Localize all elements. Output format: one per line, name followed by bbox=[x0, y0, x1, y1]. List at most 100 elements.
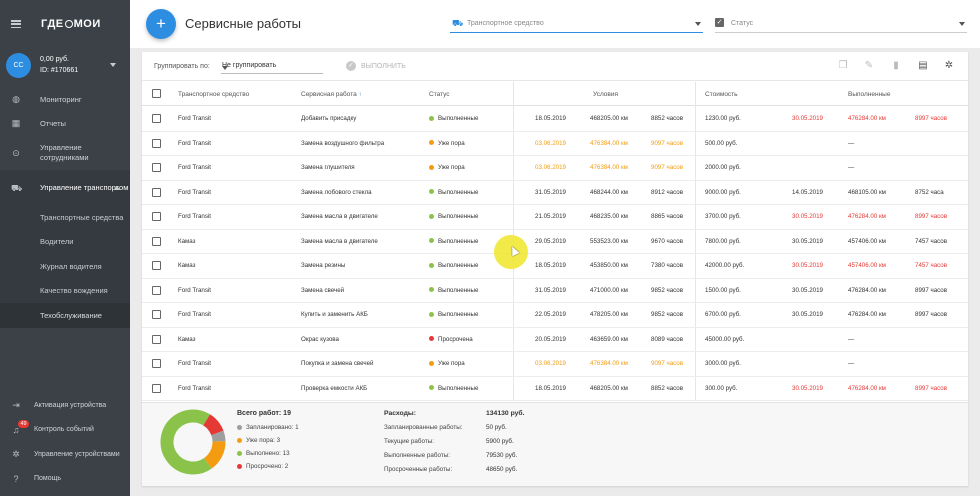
cell-cond-km: 453850.00 км bbox=[590, 262, 628, 269]
col-status[interactable]: Статус bbox=[429, 91, 450, 98]
cell-done-hours: 8997 часов bbox=[915, 286, 948, 294]
cell-status: Уже пора bbox=[429, 360, 465, 367]
cell-cost: 3000.00 руб. bbox=[705, 360, 741, 367]
col-done[interactable]: Выполненные bbox=[848, 91, 890, 98]
cell-cond-hours: 8852 часов bbox=[651, 384, 684, 392]
status-label: Уже пора bbox=[438, 139, 465, 147]
nav-item-monitoring[interactable]: ◍ Мониторинг bbox=[0, 87, 130, 111]
status-filter[interactable]: ✓ Статус bbox=[715, 14, 967, 33]
legend-item: Уже пора: 3 bbox=[237, 437, 280, 444]
chevron-down-icon[interactable] bbox=[110, 63, 116, 67]
col-service[interactable]: Сервисная работа ↑ bbox=[301, 91, 362, 98]
summary-panel: Всего работ: 19 Запланировано: 1 Уже пора… bbox=[142, 402, 968, 486]
cell-done-km: 476284.00 км bbox=[848, 213, 886, 220]
cell-cond-hours: 7380 часов bbox=[651, 262, 684, 269]
status-filter-placeholder: Статус bbox=[731, 20, 754, 27]
chevron-down-icon bbox=[222, 66, 228, 70]
table-row[interactable]: Ford Transit Добавить присадку 18.05.2019 4… bbox=[142, 107, 968, 132]
select-all-checkbox[interactable] bbox=[152, 89, 161, 98]
cell-done-hours: 7457 часов bbox=[915, 237, 948, 245]
chevron-up-icon bbox=[114, 185, 120, 190]
row-checkbox[interactable] bbox=[152, 261, 161, 270]
sidebar-item-driver-log[interactable]: Журнал водителя bbox=[0, 254, 130, 279]
row-checkbox[interactable] bbox=[152, 285, 161, 295]
status-label: Выполненные bbox=[438, 384, 479, 392]
cell-cond-km: 471000.00 км bbox=[590, 286, 628, 294]
delete-icon[interactable]: ▮ bbox=[890, 60, 902, 72]
cell-status: Выполненные bbox=[429, 115, 478, 122]
cell-cond-hours: 9670 часов bbox=[651, 237, 684, 245]
table-row[interactable]: Ford Transit Замена свечей 31.05.2019 47100… bbox=[142, 279, 968, 303]
report-icon: ▦ bbox=[11, 118, 21, 128]
status-label: Уже пора bbox=[438, 164, 465, 171]
table-row[interactable]: Камаз Замена масла в двигателе 29.05.2019 5… bbox=[142, 230, 968, 254]
row-checkbox[interactable] bbox=[152, 334, 161, 344]
login-icon: ⇥ bbox=[12, 400, 20, 411]
table-row[interactable]: Камаз Окрас кузова 20.05.2019 463659.00 км 8… bbox=[142, 328, 968, 352]
cell-cost: 42000.00 руб. bbox=[705, 262, 745, 269]
cell-cond-hours: 9097 часов bbox=[651, 139, 684, 147]
nav-item-help[interactable]: ? Помощь bbox=[0, 467, 130, 492]
cell-cond-km: 468205.00 км bbox=[590, 115, 628, 122]
cell-vehicle: Камаз bbox=[178, 262, 196, 269]
nav-item-transport[interactable]: ⛟ Управление транспортом bbox=[0, 170, 130, 205]
settings-icon[interactable]: ✲ bbox=[943, 60, 955, 72]
cell-done-km: — bbox=[848, 335, 855, 343]
cell-status: Выполненные bbox=[429, 385, 478, 392]
row-checkbox[interactable] bbox=[152, 163, 161, 172]
expense-label: Просроченные работы: bbox=[384, 466, 453, 473]
row-checkbox[interactable] bbox=[152, 310, 161, 319]
logo[interactable]: ГДЕ МОИ bbox=[41, 18, 101, 30]
col-cost[interactable]: Стоимость bbox=[705, 91, 738, 98]
table-row[interactable]: Ford Transit Купить и заменить АКБ 22.05.2… bbox=[142, 303, 968, 328]
cell-service: Окрас кузова bbox=[301, 335, 339, 343]
cell-cost: 3700.00 руб. bbox=[705, 213, 741, 220]
edit-icon[interactable]: ✎ bbox=[863, 60, 875, 72]
sidebar-item-driving-quality[interactable]: Качество вождения bbox=[0, 278, 130, 303]
cell-cond-date: 03.06.2019 bbox=[535, 360, 566, 367]
row-checkbox[interactable] bbox=[152, 359, 161, 368]
table-row[interactable]: Ford Transit Покупка и замена свечей 03.06… bbox=[142, 352, 968, 377]
cell-status: Просрочена bbox=[429, 336, 473, 343]
account-menu[interactable]: СС 0,00 руб. ID: #170661 bbox=[0, 48, 130, 82]
cell-vehicle: Ford Transit bbox=[178, 139, 212, 147]
copy-icon[interactable]: ❐ bbox=[837, 60, 849, 72]
col-conditions[interactable]: Условия bbox=[593, 91, 618, 98]
table-row[interactable]: Ford Transit Проверка емкости АКБ 18.05.20… bbox=[142, 377, 968, 401]
table-row[interactable]: Ford Transit Замена масла в двигателе 21.0… bbox=[142, 205, 968, 230]
nav-item-devices[interactable]: ✲ Управление устройствами bbox=[0, 442, 130, 467]
execute-button[interactable]: ✓ ВЫПОЛНИТЬ bbox=[346, 59, 406, 73]
nav-item-employees[interactable]: ⊙ Управление сотрудниками bbox=[0, 135, 130, 170]
cell-vehicle: Ford Transit bbox=[178, 213, 212, 220]
row-checkbox[interactable] bbox=[152, 187, 161, 197]
table-row[interactable]: Ford Transit Замена воздушного фильтра 03.… bbox=[142, 132, 968, 156]
col-vehicle[interactable]: Транспортное средство bbox=[178, 91, 249, 98]
print-icon[interactable]: ▤ bbox=[917, 60, 929, 72]
menu-icon[interactable] bbox=[11, 20, 21, 28]
vehicle-filter[interactable]: ⛟ Транспортное средство bbox=[450, 14, 703, 33]
row-checkbox[interactable] bbox=[152, 138, 161, 148]
cell-cond-hours: 8865 часов bbox=[651, 213, 684, 220]
table-row[interactable]: Ford Transit Замена глушителя 03.06.2019 47… bbox=[142, 156, 968, 181]
cell-cost: 1500.00 руб. bbox=[705, 286, 741, 294]
table-row[interactable]: Ford Transit Замена лобового стекла 31.05.… bbox=[142, 181, 968, 205]
nav-item-events[interactable]: ♫ 49 Контроль событий bbox=[0, 418, 130, 443]
cell-cond-date: 31.05.2019 bbox=[535, 286, 566, 294]
check-circle-icon: ✓ bbox=[346, 61, 356, 71]
sidebar-item-maintenance[interactable]: Техобслуживание bbox=[0, 303, 130, 328]
sidebar-item-vehicles[interactable]: Транспортные средства bbox=[0, 205, 130, 230]
row-checkbox[interactable] bbox=[152, 114, 161, 123]
group-by-select[interactable]: Не группировать bbox=[221, 59, 323, 74]
cell-service: Замена свечей bbox=[301, 286, 345, 294]
table-row[interactable]: Камаз Замена резины 18.05.2019 453850.00 км… bbox=[142, 254, 968, 279]
cell-service: Замена воздушного фильтра bbox=[301, 139, 385, 147]
row-checkbox[interactable] bbox=[152, 383, 161, 393]
nav-item-device-activation[interactable]: ⇥ Активация устройства bbox=[0, 393, 130, 418]
row-checkbox[interactable] bbox=[152, 212, 161, 221]
nav-item-reports[interactable]: ▦ Отчеты bbox=[0, 111, 130, 135]
add-service-button[interactable]: + bbox=[146, 9, 176, 39]
status-label: Уже пора bbox=[438, 360, 465, 367]
cell-done-km: — bbox=[848, 139, 855, 147]
sidebar-item-drivers[interactable]: Водители bbox=[0, 229, 130, 254]
row-checkbox[interactable] bbox=[152, 236, 161, 246]
